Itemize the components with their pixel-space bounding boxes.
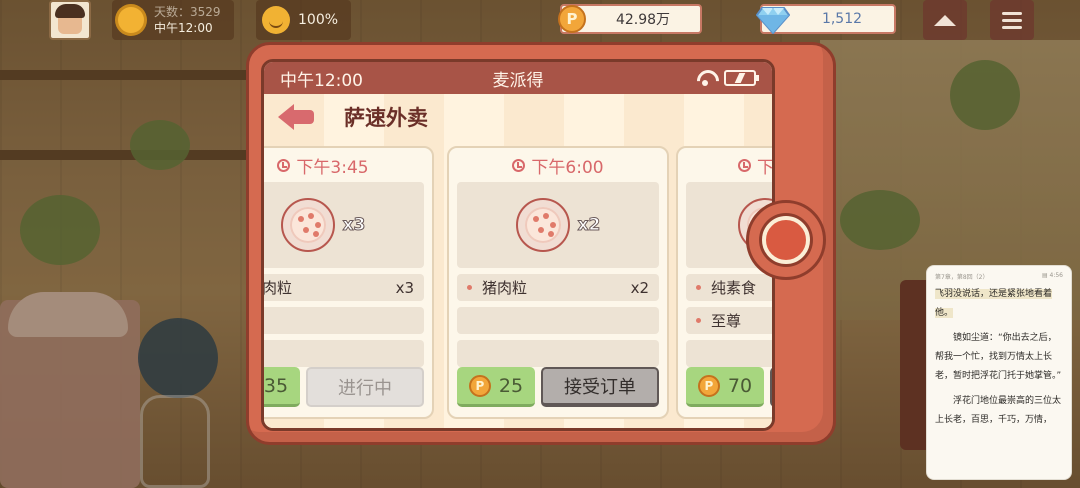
dish-area: x2 [457, 182, 659, 268]
reward-value: 70 [727, 374, 753, 397]
reward-badge: P 70 [686, 367, 764, 407]
gems-counter[interactable]: 1,512 [756, 4, 896, 34]
reader-status: ▤ 4:56 [1041, 272, 1063, 279]
reward-value: 35 [263, 374, 289, 397]
highlighted-text: 飞羽没说话，还是紧张地看着他。 [935, 289, 1053, 318]
item-name: 纯素食 [711, 279, 757, 297]
back-arrow-icon[interactable] [278, 104, 316, 130]
menu-button[interactable] [990, 0, 1034, 40]
day-time-panel: 天数：3529 中午12:00 [112, 0, 234, 40]
item-name: 至尊 [711, 312, 742, 330]
battery-charging-icon [724, 70, 759, 86]
coin-icon: P [558, 5, 586, 33]
order-item: 猪肉粒 x3 [262, 274, 424, 301]
wifi-icon [696, 70, 714, 86]
order-time: 下午3:45 [296, 157, 369, 178]
coins-value: 42.98万 [615, 12, 671, 28]
reader-overlay[interactable]: 第7章，第8回（2） ▤ 4:56 飞羽没说话，还是紧张地看着他。 镜如尘道：“… [926, 265, 1072, 480]
collapse-up-button[interactable] [923, 0, 967, 40]
order-card[interactable]: 下 纯素食 至尊 P 70 [676, 146, 774, 419]
item-qty: x3 [395, 278, 414, 297]
pizza-plate-icon [515, 198, 570, 252]
item-name: 猪肉粒 [262, 279, 293, 297]
phone-status-bar: 中午12:00 麦派得 [264, 62, 772, 94]
order-card[interactable]: 下午6:00 x2 猪肉粒 x2 P 25 接受订单 [447, 146, 669, 419]
order-card[interactable]: 下午3:45 x3 猪肉粒 x3 P35 进行中 [262, 146, 434, 419]
dish-area: x3 [264, 182, 424, 268]
order-item-empty [457, 340, 659, 367]
pizza-plate-icon [280, 198, 335, 252]
bullet-dot [696, 318, 701, 323]
order-item: 猪肉粒 x2 [457, 274, 659, 301]
page-header: 萨速外卖 [264, 94, 772, 140]
menu-line [1002, 11, 1022, 15]
reader-header: 第7章，第8回（2） ▤ 4:56 [935, 272, 1063, 281]
reader-chapter: 第7章，第8回（2） [935, 274, 989, 281]
diamond-icon [756, 7, 790, 34]
mood-panel: 100% [256, 0, 351, 40]
coin-icon: P [697, 374, 720, 397]
order-item-empty [264, 307, 424, 334]
reader-paragraph: 飞羽没说话，还是紧张地看着他。 [935, 285, 1063, 323]
clock-icon [277, 158, 291, 172]
mood-value: 100% [298, 12, 339, 28]
coins-counter[interactable]: P 42.98万 [558, 4, 702, 34]
accept-order-button[interactable] [770, 367, 772, 407]
phone-screen: 中午12:00 麦派得 萨速外卖 下午3:45 x3 猪肉粒 x3 [261, 59, 775, 431]
item-qty: x2 [630, 278, 649, 297]
chevron-up-icon [934, 14, 956, 26]
page-title: 萨速外卖 [344, 106, 428, 130]
order-time: 下 [757, 157, 774, 178]
player-avatar[interactable] [49, 0, 91, 40]
menu-line [1002, 25, 1022, 29]
item-name: 猪肉粒 [482, 279, 528, 297]
bullet-dot [467, 285, 472, 290]
clock-icon [738, 158, 751, 172]
reward-badge: P35 [263, 367, 300, 407]
home-button-inner [762, 216, 810, 264]
order-item: 纯素食 [686, 274, 772, 301]
in-progress-button[interactable]: 进行中 [306, 367, 424, 407]
day-count: 天数：3529 [154, 5, 221, 19]
coin-icon: P [468, 374, 491, 397]
reward-value: 25 [498, 374, 524, 397]
sun-icon [118, 7, 144, 33]
dish-quantity: x2 [577, 215, 601, 236]
clock-icon [512, 158, 526, 172]
order-time: 下午6:00 [531, 157, 604, 178]
accept-order-button[interactable]: 接受订单 [541, 367, 659, 407]
menu-line [1002, 18, 1022, 22]
avatar-face [55, 4, 85, 34]
reward-badge: P 25 [457, 367, 535, 407]
order-list[interactable]: 下午3:45 x3 猪肉粒x3 P35 进行中 下午6:00 x2 [262, 140, 774, 428]
bullet-dot [696, 285, 701, 290]
order-item-empty [457, 307, 659, 334]
dish-quantity: x3 [342, 215, 366, 236]
order-item-empty [264, 340, 424, 367]
reader-paragraph: 浮花门地位最崇高的三位太上长老，百思，千巧，万情， [935, 396, 1062, 425]
game-time: 中午12:00 [154, 21, 213, 35]
order-item: 至尊 [686, 307, 772, 334]
smile-icon [262, 6, 290, 34]
phone-device: 中午12:00 麦派得 萨速外卖 下午3:45 x3 猪肉粒 x3 [246, 42, 836, 445]
reader-paragraph: 镜如尘道：“你出去之后，帮我一个忙，找到万情太上长老，暂时把浮花门托于她掌管。” [935, 333, 1062, 381]
phone-home-button[interactable] [746, 200, 826, 280]
order-item-empty [686, 340, 772, 367]
gems-value: 1,512 [821, 11, 863, 27]
